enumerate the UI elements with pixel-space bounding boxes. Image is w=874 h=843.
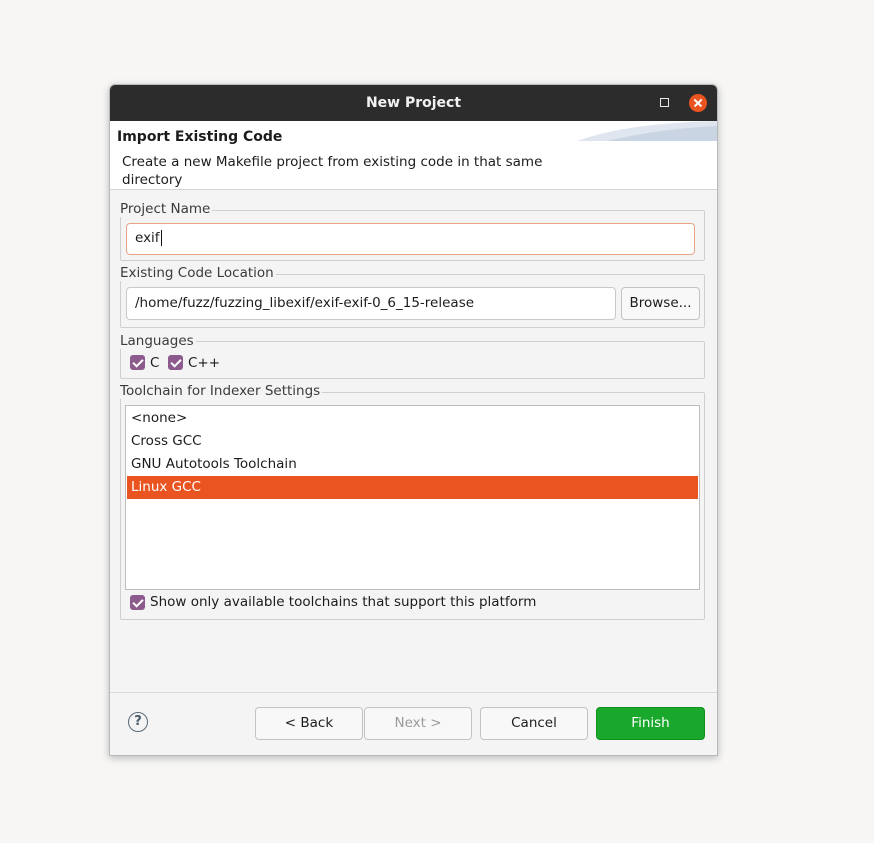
close-icon[interactable]: [689, 94, 707, 112]
toolchain-label: Toolchain for Indexer Settings: [120, 383, 323, 399]
footer-divider: [110, 692, 717, 693]
languages-label: Languages: [120, 333, 196, 349]
project-name-input[interactable]: exif: [126, 223, 695, 255]
project-name-group: Project Name exif: [120, 201, 705, 261]
language-cpp-label: C++: [188, 355, 221, 371]
toolchain-list[interactable]: <none> Cross GCC GNU Autotools Toolchain…: [125, 405, 700, 590]
toolchain-item-gnu-autotools[interactable]: GNU Autotools Toolchain: [127, 453, 698, 476]
code-location-group: Existing Code Location /home/fuzz/fuzzin…: [120, 265, 705, 328]
title-bar[interactable]: New Project: [110, 85, 717, 121]
checkbox-checked-icon: [168, 355, 183, 370]
toolchain-group: Toolchain for Indexer Settings <none> Cr…: [120, 383, 705, 620]
maximize-icon[interactable]: [660, 98, 669, 107]
wizard-banner: Import Existing Code Create a new Makefi…: [110, 121, 717, 190]
language-c-label: C: [150, 355, 160, 371]
toolchain-item-linux-gcc[interactable]: Linux GCC: [127, 476, 698, 499]
code-location-input[interactable]: /home/fuzz/fuzzing_libexif/exif-exif-0_6…: [126, 287, 616, 320]
toolchain-item-none[interactable]: <none>: [127, 407, 698, 430]
cancel-button[interactable]: Cancel: [480, 707, 588, 740]
language-cpp-checkbox[interactable]: C++: [168, 355, 228, 373]
banner-graphic-icon: [577, 121, 717, 141]
toolchain-item-cross-gcc[interactable]: Cross GCC: [127, 430, 698, 453]
project-name-value: exif: [135, 230, 160, 246]
back-button[interactable]: < Back: [255, 707, 363, 740]
new-project-dialog: New Project Import Existing Code Create …: [109, 84, 718, 756]
checkbox-checked-icon: [130, 355, 145, 370]
language-c-checkbox[interactable]: C: [130, 355, 170, 373]
next-button[interactable]: Next >: [364, 707, 472, 740]
page-description: Create a new Makefile project from exist…: [122, 154, 543, 188]
help-icon[interactable]: ?: [128, 712, 148, 732]
text-caret: [160, 230, 162, 246]
toolchain-filter-label: Show only available toolchains that supp…: [150, 594, 537, 610]
code-location-label: Existing Code Location: [120, 265, 276, 281]
project-name-label: Project Name: [120, 201, 213, 217]
checkbox-checked-icon: [130, 595, 145, 610]
toolchain-filter-checkbox[interactable]: Show only available toolchains that supp…: [130, 594, 550, 612]
page-title: Import Existing Code: [117, 129, 283, 145]
browse-button[interactable]: Browse...: [621, 287, 700, 320]
window-title: New Project: [365, 95, 462, 111]
languages-group: Languages C C++: [120, 333, 705, 379]
finish-button[interactable]: Finish: [596, 707, 705, 740]
